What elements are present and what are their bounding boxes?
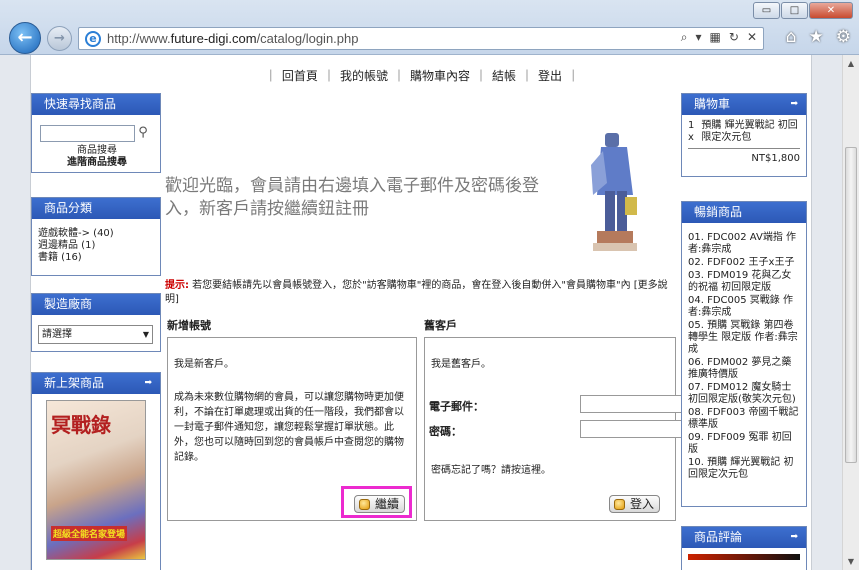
home-icon[interactable]: ⌂ [786, 27, 797, 47]
bestseller-item[interactable]: 07. FDM012 魔女騎士 初回限定版(敬笑次元包) [688, 382, 800, 406]
quick-search-input[interactable] [40, 125, 135, 142]
top-navigation: ｜回首頁｜我的帳號｜購物車內容｜結帳｜登出｜ [264, 69, 580, 83]
vertical-scrollbar[interactable]: ▲ ▼ [842, 55, 859, 570]
search-icon[interactable]: ⌕ [681, 30, 688, 45]
cover-title: 冥戰錄 [51, 413, 111, 437]
stop-icon[interactable]: ✕ [747, 30, 757, 45]
cart-title: 購物車 ➡ [682, 94, 806, 115]
quick-search-box: 快速尋找商品 ⚲ 商品搜尋 進階商品搜尋 [31, 93, 161, 173]
categories-title: 商品分類 [32, 198, 160, 219]
product-search-link[interactable]: 商品搜尋 [40, 145, 154, 157]
button-icon [614, 499, 625, 510]
window-controls: ▭ □ ✕ [753, 2, 853, 19]
email-field[interactable] [580, 395, 694, 413]
favorites-star-icon[interactable]: ★ [809, 27, 824, 47]
minimize-button[interactable]: ▭ [753, 2, 780, 19]
page-content: ｜回首頁｜我的帳號｜購物車內容｜結帳｜登出｜ 快速尋找商品 ⚲ 商品搜尋 進階商… [30, 55, 812, 570]
reviews-box: 商品評論 ➡ [681, 526, 807, 570]
login-hint: 提示: 若您要結帳請先以會員帳號登入，您於"訪客購物車"裡的商品，會在登入後自動… [165, 280, 668, 305]
bestseller-item[interactable]: 01. FDC002 AV端指 作者:彝宗成 [688, 232, 800, 256]
quick-search-title: 快速尋找商品 [32, 94, 160, 115]
dropdown-icon[interactable]: ▾ [696, 30, 702, 45]
arrow-right-icon[interactable]: ➡ [790, 527, 798, 548]
refresh-icon[interactable]: ↻ [729, 30, 739, 45]
magnifier-icon[interactable]: ⚲ [138, 125, 148, 140]
new-product-image[interactable]: 冥戰錄 超級全能名家登場 [46, 400, 146, 560]
bestsellers-title: 暢銷商品 [682, 202, 806, 223]
nav-home[interactable]: 回首頁 [277, 69, 323, 83]
forgot-password-link[interactable]: 密碼忘記了嗎？請按這裡。 [431, 461, 551, 476]
new-customer-description: 成為未來數位購物網的會員，可以讓您購物時更加便利，不論在訂單處理或出貨的任一階段… [174, 392, 404, 463]
scroll-thumb[interactable] [845, 147, 857, 463]
forward-button[interactable]: → [47, 26, 72, 51]
nav-my-account[interactable]: 我的帳號 [335, 69, 393, 83]
scroll-down-icon[interactable]: ▼ [843, 553, 859, 570]
category-item[interactable]: 書籍 (16) [38, 252, 154, 264]
returning-customer-panel: 我是舊客戶。 電子郵件： 密碼： 密碼忘記了嗎？請按這裡。 登入 [424, 337, 694, 521]
arrow-right-icon[interactable]: ➡ [144, 373, 152, 394]
new-products-box: 新上架商品 ➡ 冥戰錄 超級全能名家登場 [31, 372, 161, 570]
maximize-button[interactable]: □ [781, 2, 808, 19]
bestseller-item[interactable]: 03. FDM019 花與乙女的祝福 初回限定版 [688, 270, 800, 294]
new-account-title: 新增帳號 [167, 319, 211, 332]
cart-total: NT$1,800 [688, 148, 800, 165]
cover-banner: 超級全能名家登場 [51, 526, 128, 541]
page-viewport: ｜回首頁｜我的帳號｜購物車內容｜結帳｜登出｜ 快速尋找商品 ⚲ 商品搜尋 進階商… [0, 55, 859, 570]
login-button[interactable]: 登入 [609, 495, 661, 513]
bestsellers-box: 暢銷商品 01. FDC002 AV端指 作者:彝宗成 02. FDF002 王… [681, 201, 807, 507]
close-button[interactable]: ✕ [809, 2, 853, 19]
address-bar[interactable]: e http://www.future-digi.com/catalog/log… [78, 27, 764, 50]
bestseller-item[interactable]: 05. 預購 冥戰錄 第四卷 轉學生 限定版 作者:彝宗成 [688, 320, 800, 356]
category-item[interactable]: 遊戲軟體-> (40) [38, 228, 154, 240]
categories-box: 商品分類 遊戲軟體-> (40) 週邊精品 (1) 書籍 (16) [31, 197, 161, 276]
back-button[interactable]: ← [9, 22, 41, 54]
category-item[interactable]: 週邊精品 (1) [38, 240, 154, 252]
manufacturers-box: 製造廠商 請選擇 ▼ [31, 293, 161, 352]
url-text: http://www.future-digi.com/catalog/login… [107, 31, 359, 46]
bestseller-item[interactable]: 04. FDC005 冥戰錄 作者:彝宗成 [688, 295, 800, 319]
bestsellers-list: 01. FDC002 AV端指 作者:彝宗成 02. FDF002 王子x王子 … [682, 223, 806, 486]
password-field[interactable] [580, 420, 694, 438]
browser-chrome: ▭ □ ✕ ← → e http://www.future-digi.com/c… [0, 0, 859, 55]
returning-customer-title: 舊客戶 [424, 319, 457, 332]
bestseller-item[interactable]: 08. FDF003 帝國千戰記 標準版 [688, 407, 800, 431]
bestseller-item[interactable]: 09. FDF009 冤罪 初回版 [688, 432, 800, 456]
bestseller-item[interactable]: 06. FDM002 夢見之藥 推廣特價版 [688, 357, 800, 381]
bestseller-item[interactable]: 02. FDF002 王子x王子 [688, 257, 800, 269]
manufacturer-select[interactable]: 請選擇 ▼ [38, 325, 153, 344]
nav-checkout[interactable]: 結帳 [487, 69, 521, 83]
returning-customer-text: 我是舊客戶。 [431, 359, 491, 370]
continue-highlight-box [341, 486, 412, 518]
ie-icon: e [85, 31, 101, 47]
arrow-right-icon[interactable]: ➡ [790, 94, 798, 115]
manufacturers-title: 製造廠商 [32, 294, 160, 315]
advanced-search-link[interactable]: 進階商品搜尋 [40, 157, 154, 169]
password-label: 密碼： [429, 425, 462, 438]
cart-item-link[interactable]: 預購 輝光翼戰記 初回限定次元包 [701, 120, 800, 144]
nav-cart[interactable]: 購物車內容 [405, 69, 475, 83]
email-label: 電子郵件： [429, 400, 484, 413]
compat-view-icon[interactable]: ▦ [710, 30, 721, 45]
mascot-illustration [591, 133, 637, 251]
welcome-heading: 歡迎光臨，會員請由右邊填入電子郵件及密碼後登入，新客戶請按繼續鈕註冊 [165, 176, 539, 219]
cart-qty: 1 x [688, 120, 695, 143]
review-image[interactable] [688, 554, 800, 560]
bestseller-item[interactable]: 10. 預購 輝光翼戰記 初回限定次元包 [688, 457, 800, 481]
cart-box: 購物車 ➡ 1 x 預購 輝光翼戰記 初回限定次元包 NT$1,800 [681, 93, 807, 177]
new-products-title: 新上架商品 ➡ [32, 373, 160, 394]
chevron-down-icon: ▼ [142, 330, 149, 339]
gear-icon[interactable]: ⚙ [836, 27, 851, 47]
nav-logout[interactable]: 登出 [533, 69, 567, 83]
new-customer-text: 我是新客戶。 [174, 359, 234, 370]
reviews-title: 商品評論 ➡ [682, 527, 806, 548]
scroll-up-icon[interactable]: ▲ [843, 55, 859, 72]
